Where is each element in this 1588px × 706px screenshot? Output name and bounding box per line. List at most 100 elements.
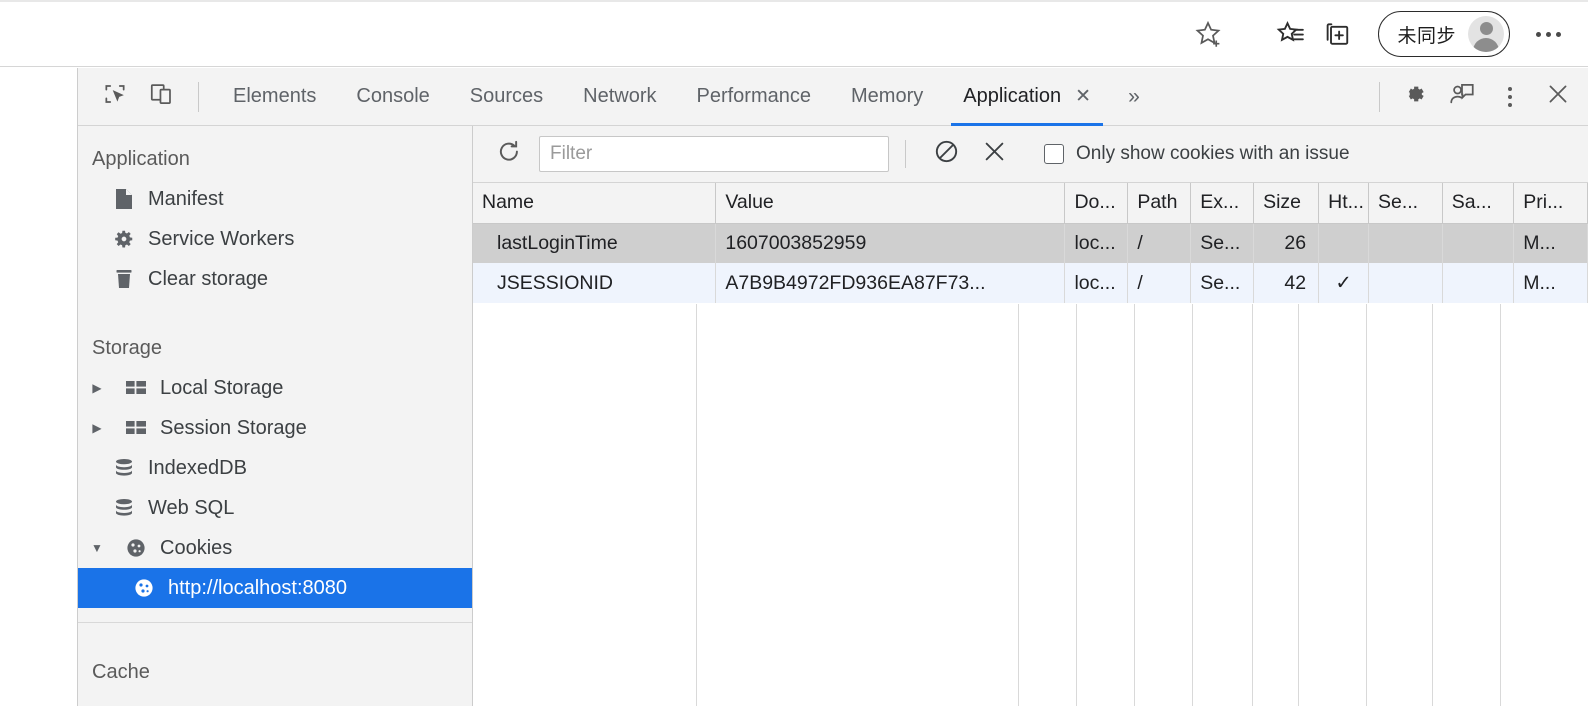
- table-row[interactable]: JSESSIONID A7B9B4972FD936EA87F73... loc.…: [473, 263, 1588, 303]
- refresh-button[interactable]: [485, 132, 533, 176]
- column-header-domain[interactable]: Do...: [1065, 183, 1128, 223]
- sidebar-item-session-storage[interactable]: ▶ Session Storage: [78, 408, 472, 448]
- feedback-button[interactable]: [1438, 74, 1486, 120]
- cell-priority: M...: [1514, 263, 1588, 303]
- cell-name: lastLoginTime: [473, 223, 716, 263]
- tab-console[interactable]: Console: [336, 68, 449, 126]
- sidebar-item-label: Session Storage: [160, 417, 307, 440]
- page-content-area: [0, 68, 78, 706]
- tab-sources[interactable]: Sources: [450, 68, 563, 126]
- devtools-menu-button[interactable]: [1486, 74, 1534, 120]
- cell-size: 26: [1254, 223, 1319, 263]
- sidebar-item-service-workers[interactable]: Service Workers: [78, 219, 472, 259]
- database-icon: [112, 496, 136, 520]
- tab-close-icon[interactable]: ✕: [1075, 87, 1091, 106]
- tab-network[interactable]: Network: [563, 68, 676, 126]
- filter-input[interactable]: [539, 136, 889, 172]
- table-row[interactable]: lastLoginTime 1607003852959 loc... / Se.…: [473, 223, 1588, 263]
- cell-value: A7B9B4972FD936EA87F73...: [716, 263, 1065, 303]
- database-icon: [112, 456, 136, 480]
- only-issues-label: Only show cookies with an issue: [1076, 143, 1350, 165]
- column-header-name[interactable]: Name: [473, 183, 716, 223]
- column-header-secure[interactable]: Se...: [1368, 183, 1442, 223]
- column-header-httponly[interactable]: Ht...: [1319, 183, 1369, 223]
- device-toolbar-icon: [148, 81, 174, 112]
- tab-performance[interactable]: Performance: [677, 68, 832, 126]
- devtools-window: Elements Console Sources Network Perform…: [78, 68, 1588, 706]
- column-header-size[interactable]: Size: [1254, 183, 1319, 223]
- column-header-priority[interactable]: Pri...: [1514, 183, 1588, 223]
- collections-icon: [1322, 19, 1352, 49]
- more-tabs-button[interactable]: »: [1111, 68, 1157, 126]
- column-header-samesite[interactable]: Sa...: [1442, 183, 1514, 223]
- devtools-body: Application Manifest Service Workers: [78, 126, 1588, 706]
- inspect-element-button[interactable]: [92, 74, 138, 120]
- device-toolbar-button[interactable]: [138, 74, 184, 120]
- cell-priority: M...: [1514, 223, 1588, 263]
- sync-status-label: 未同步: [1397, 21, 1456, 48]
- sidebar-item-localhost-8080[interactable]: http://localhost:8080: [78, 568, 472, 608]
- close-devtools-icon: [1545, 81, 1571, 112]
- favorite-star-button[interactable]: [1166, 10, 1250, 58]
- cookie-icon: [132, 576, 156, 600]
- cell-value: 1607003852959: [716, 223, 1065, 263]
- cookies-table-container[interactable]: Name Value Do... Path Ex... Size Ht... S…: [473, 183, 1588, 706]
- favorites-list-icon: [1276, 19, 1306, 49]
- cell-path: /: [1128, 263, 1191, 303]
- sidebar-item-clear-storage[interactable]: Clear storage: [78, 259, 472, 299]
- chevron-down-icon[interactable]: ▼: [90, 541, 104, 555]
- only-issues-checkbox-row[interactable]: Only show cookies with an issue: [1044, 143, 1350, 165]
- close-devtools-button[interactable]: [1534, 74, 1582, 120]
- more-dot: [1536, 32, 1541, 37]
- sidebar-item-manifest[interactable]: Manifest: [78, 179, 472, 219]
- sidebar-group-storage: Storage: [78, 299, 472, 368]
- chevron-right-icon[interactable]: ▶: [90, 421, 104, 435]
- cell-httponly: ✓: [1319, 263, 1369, 303]
- more-dot: [1556, 32, 1561, 37]
- cell-samesite: [1442, 263, 1514, 303]
- clear-all-cookies-button[interactable]: [922, 132, 970, 176]
- delete-cookie-button[interactable]: [970, 132, 1018, 176]
- profile-sync-button[interactable]: 未同步: [1378, 11, 1510, 57]
- tab-label: Elements: [233, 85, 316, 108]
- sidebar-item-cookies[interactable]: ▼ Cookies: [78, 528, 472, 568]
- cell-size: 42: [1254, 263, 1319, 303]
- sidebar-item-label: Service Workers: [148, 228, 294, 251]
- chevron-right-icon[interactable]: ▶: [90, 381, 104, 395]
- table-header-row: Name Value Do... Path Ex... Size Ht... S…: [473, 183, 1588, 223]
- column-header-path[interactable]: Path: [1128, 183, 1191, 223]
- cell-domain: loc...: [1065, 263, 1128, 303]
- sidebar-item-indexeddb[interactable]: IndexedDB: [78, 448, 472, 488]
- tab-elements[interactable]: Elements: [213, 68, 336, 126]
- manifest-document-icon: [112, 187, 136, 211]
- devtools-tabbar: Elements Console Sources Network Perform…: [78, 68, 1588, 126]
- column-header-value[interactable]: Value: [716, 183, 1065, 223]
- cell-path: /: [1128, 223, 1191, 263]
- cell-name: JSESSIONID: [473, 263, 716, 303]
- cell-secure: [1368, 223, 1442, 263]
- tab-label: Sources: [470, 85, 543, 108]
- cell-httponly: [1319, 223, 1369, 263]
- toolbar-divider: [1379, 82, 1380, 112]
- tab-label: Console: [356, 85, 429, 108]
- service-worker-gear-icon: [112, 227, 136, 251]
- column-header-expires[interactable]: Ex...: [1191, 183, 1254, 223]
- table-grid-icon: [124, 376, 148, 400]
- sidebar-item-web-sql[interactable]: Web SQL: [78, 488, 472, 528]
- only-issues-checkbox[interactable]: [1044, 144, 1064, 164]
- sidebar-item-label: IndexedDB: [148, 457, 247, 480]
- collections-button[interactable]: [1314, 11, 1360, 57]
- tab-label: Network: [583, 85, 656, 108]
- tab-application[interactable]: Application ✕: [943, 68, 1111, 126]
- settings-button[interactable]: [1390, 74, 1438, 120]
- sidebar-item-label: Manifest: [148, 188, 224, 211]
- tab-memory[interactable]: Memory: [831, 68, 943, 126]
- cookies-panel: Only show cookies with an issue Name Val…: [473, 126, 1588, 706]
- inspect-element-icon: [102, 81, 128, 112]
- browser-more-menu-button[interactable]: [1516, 11, 1580, 57]
- favorite-star-icon: [1185, 11, 1231, 57]
- sidebar-item-label: http://localhost:8080: [168, 577, 347, 600]
- settings-gear-icon: [1400, 80, 1428, 113]
- favorites-list-button[interactable]: [1268, 11, 1314, 57]
- sidebar-item-local-storage[interactable]: ▶ Local Storage: [78, 368, 472, 408]
